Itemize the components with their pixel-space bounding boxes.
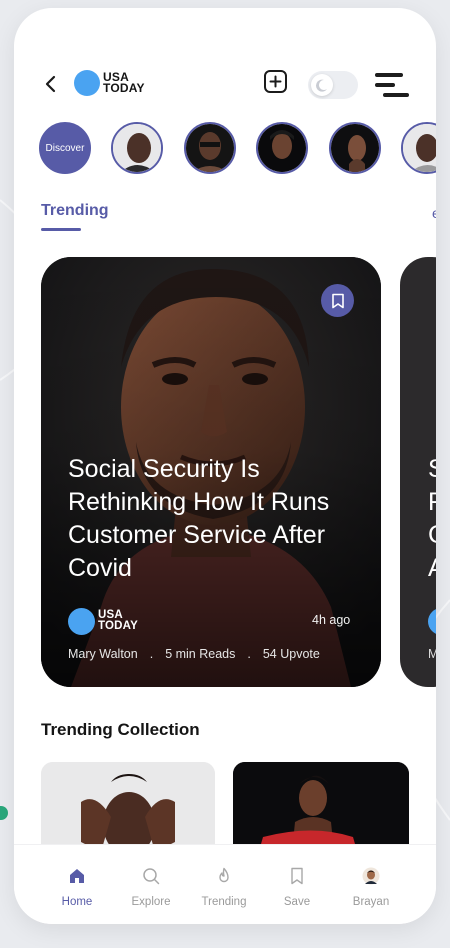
bottom-navigation: Home Explore Trending Save Brayan	[14, 844, 436, 924]
category-tabs: Trending e	[14, 202, 436, 242]
logo-line-2: TODAY	[103, 81, 145, 96]
tab-trending[interactable]: Trending	[41, 202, 109, 220]
nav-label: Explore	[131, 896, 171, 908]
bookmark-button[interactable]	[321, 284, 354, 317]
story-avatar[interactable]	[184, 122, 236, 174]
top-bar: USA TODAY	[14, 68, 436, 118]
home-icon	[70, 869, 84, 883]
menu-icon[interactable]	[375, 71, 409, 101]
toggle-knob	[311, 74, 333, 96]
article-author[interactable]: Mary Walton	[68, 647, 138, 661]
article-time: 4h ago	[312, 613, 351, 627]
logo-mark	[74, 70, 100, 96]
meta-separator: .	[149, 647, 154, 661]
story-avatar[interactable]	[329, 122, 381, 174]
avatar	[362, 867, 380, 885]
article-reads: 5 min Reads	[165, 647, 236, 661]
article-headline[interactable]: Social Security Is Rethinking How It Run…	[68, 453, 368, 585]
tab-active-indicator	[41, 228, 81, 231]
discover-label: Discover	[45, 142, 85, 154]
bookmark-icon	[331, 293, 344, 308]
add-button[interactable]	[264, 70, 287, 93]
nav-explore[interactable]: Explore	[116, 845, 186, 924]
next-article-card[interactable]: S F C A M	[400, 257, 436, 687]
nav-trending[interactable]: Trending	[189, 845, 259, 924]
phone-screen: USA TODAY Discover Trending e Social Sec…	[14, 8, 436, 924]
nav-save[interactable]: Save	[262, 845, 332, 924]
flame-icon	[219, 867, 229, 883]
nav-label: Trending	[201, 896, 247, 908]
nav-label: Brayan	[352, 896, 390, 908]
side-indicator	[0, 806, 8, 820]
section-title: Trending Collection	[41, 720, 200, 739]
nav-label: Save	[283, 896, 311, 908]
next-article-headline-partial: S F C A	[428, 455, 436, 582]
story-avatar[interactable]	[401, 122, 436, 174]
nav-label: Home	[61, 896, 93, 908]
article-upvotes: 54 Upvote	[262, 647, 320, 661]
nav-profile[interactable]: Brayan	[336, 845, 406, 924]
nav-home[interactable]: Home	[42, 845, 112, 924]
tab-next[interactable]: e	[432, 205, 436, 221]
discover-story[interactable]: Discover	[39, 122, 91, 174]
search-icon	[143, 868, 160, 885]
bookmark-icon	[291, 867, 303, 885]
story-avatar[interactable]	[111, 122, 163, 174]
next-article-meta-partial: M	[428, 647, 436, 661]
publisher-line-2: TODAY	[98, 619, 138, 632]
dark-mode-toggle[interactable]	[308, 71, 358, 99]
publisher-logo-text: USA TODAY	[98, 609, 138, 632]
stories-row: Discover	[14, 122, 436, 180]
plus-icon	[269, 75, 282, 88]
featured-article-card[interactable]: Social Security Is Rethinking How It Run…	[41, 257, 381, 687]
logo-text: USA TODAY	[103, 71, 145, 96]
meta-separator: .	[247, 647, 251, 661]
story-avatar[interactable]	[256, 122, 308, 174]
moon-icon	[316, 79, 327, 92]
article-meta: Mary Walton. 5 min Reads. 54 Upvote	[68, 647, 320, 661]
publisher-logo-mark	[68, 608, 95, 635]
publisher-logo-mark	[428, 608, 436, 635]
back-arrow-icon[interactable]	[44, 74, 58, 94]
